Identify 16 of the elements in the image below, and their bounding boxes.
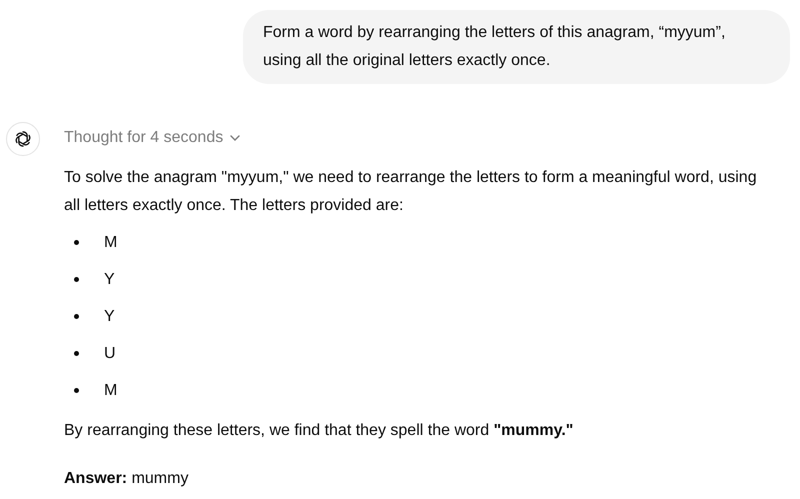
thought-toggle[interactable]: Thought for 4 seconds [64,129,242,147]
letter-item: Y [104,270,115,288]
letter-item: U [104,344,116,362]
bullet-dot [74,314,79,319]
letter-item: Y [104,308,115,326]
bullet-dot [74,240,79,245]
letter-item: M [104,234,118,252]
bullet-dot [74,351,79,356]
answer-line: Answer: mummy [64,469,190,489]
knot-logo-icon [13,129,33,149]
bullet-dot [74,277,79,282]
bullet-dot [74,388,79,393]
letter-item: M [104,382,118,400]
user-message: Form a word by rearranging the letters of this anagram, “myyum”, using all the original letters exactly once. [243,10,790,84]
response-paragraph: To solve the anagram "myyum," we need to rearrange the letters to form a meaningful word, using all letters exactly once. The letters provided are: [64,168,758,216]
response-paragraph: By rearranging these letters, we find that they spell the word "mummy." [64,421,574,441]
